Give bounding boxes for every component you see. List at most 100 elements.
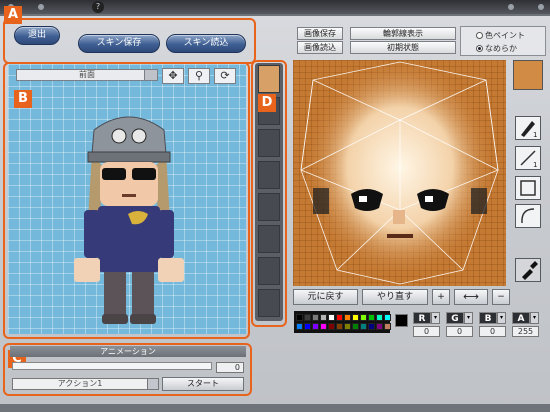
color-swatch[interactable]: [296, 323, 303, 330]
green-dropdown-icon[interactable]: ▾: [464, 312, 473, 324]
color-swatch[interactable]: [328, 314, 335, 321]
color-swatch[interactable]: [320, 323, 327, 330]
color-swatch[interactable]: [312, 314, 319, 321]
radio-paint-icon: [476, 32, 483, 39]
color-swatch[interactable]: [368, 314, 375, 321]
undo-button[interactable]: 元に戻す: [293, 289, 358, 305]
color-swatch[interactable]: [296, 314, 303, 321]
paint-mode-label: 色ペイント: [485, 31, 525, 40]
alpha-dropdown-icon[interactable]: ▾: [530, 312, 539, 324]
magnifier-icon[interactable]: ⚲: [188, 68, 210, 84]
color-swatch[interactable]: [360, 314, 367, 321]
cap: [91, 116, 167, 155]
cap-brim: [87, 151, 171, 163]
color-swatch[interactable]: [336, 323, 343, 330]
view-dropdown-icon[interactable]: [144, 69, 158, 81]
paint-mode-radio[interactable]: 色ペイント: [476, 30, 525, 41]
color-swatch[interactable]: [304, 323, 311, 330]
svg-text:1: 1: [533, 161, 537, 169]
animation-timeline-slider[interactable]: [12, 362, 212, 370]
start-button[interactable]: スタート: [162, 377, 244, 391]
character-model: [74, 116, 184, 324]
top-divider: [0, 14, 550, 16]
color-swatch[interactable]: [344, 323, 351, 330]
redo-button[interactable]: やり直す: [362, 289, 428, 305]
title-bar: ?: [0, 0, 550, 14]
right-leg: [132, 272, 154, 318]
color-swatch[interactable]: [328, 323, 335, 330]
remove-button[interactable]: −: [492, 289, 510, 305]
color-swatch[interactable]: [376, 323, 383, 330]
view-select[interactable]: 前面: [16, 69, 158, 81]
eyedropper-icon[interactable]: [515, 258, 541, 282]
color-swatch[interactable]: [384, 314, 391, 321]
pan-arrows-icon[interactable]: ⟷: [454, 289, 488, 305]
color-palette[interactable]: [294, 311, 391, 333]
texture-canvas[interactable]: [293, 60, 506, 286]
curve-icon[interactable]: [515, 204, 541, 228]
red-channel-label: R: [413, 312, 431, 324]
red-value[interactable]: 0: [413, 326, 440, 337]
action-dropdown-icon[interactable]: [147, 378, 159, 390]
alpha-value[interactable]: 255: [512, 326, 539, 337]
cap-logo-left: [111, 128, 127, 144]
save-image-button[interactable]: 画像保存: [297, 27, 343, 40]
animation-title: アニメーション: [10, 346, 246, 357]
blue-value[interactable]: 0: [479, 326, 506, 337]
sunglass-left: [102, 168, 126, 180]
color-swatch[interactable]: [352, 314, 359, 321]
color-swatch[interactable]: [312, 323, 319, 330]
character-face-icon[interactable]: [513, 60, 543, 90]
outline-toggle-button[interactable]: 輪郭線表示: [350, 27, 456, 40]
save-skin-button[interactable]: スキン保存: [78, 34, 160, 53]
color-swatch[interactable]: [352, 323, 359, 330]
rectangle-icon[interactable]: [515, 176, 541, 200]
alpha-channel-label: A: [512, 312, 530, 324]
line-icon[interactable]: 1: [515, 146, 541, 170]
load-skin-button[interactable]: スキン読込: [166, 34, 246, 53]
marker-d: D: [258, 94, 276, 112]
cap-logo-right: [131, 128, 147, 144]
face-texture: [300, 61, 499, 285]
rotate-icon[interactable]: ⟳: [214, 68, 236, 84]
red-dropdown-icon[interactable]: ▾: [431, 312, 440, 324]
window-dot-icon: [538, 4, 544, 10]
help-icon[interactable]: ?: [92, 1, 104, 13]
right-arm: [158, 210, 174, 258]
current-color-swatch[interactable]: [395, 314, 408, 327]
color-swatch[interactable]: [360, 323, 367, 330]
pen-icon[interactable]: 1: [515, 116, 541, 140]
move-arrows-icon[interactable]: ✥: [162, 68, 184, 84]
color-swatch[interactable]: [384, 323, 391, 330]
color-swatch[interactable]: [368, 323, 375, 330]
load-image-button[interactable]: 画像読込: [297, 41, 343, 54]
right-shoe: [130, 314, 156, 324]
animation-frame-field[interactable]: 0: [216, 362, 244, 373]
svg-text:1: 1: [533, 131, 537, 139]
color-swatch[interactable]: [376, 314, 383, 321]
character-preview[interactable]: 前面 ✥ ⚲ ⟳: [8, 64, 246, 334]
left-shoe: [102, 314, 128, 324]
blue-channel-label: B: [479, 312, 497, 324]
green-channel-label: G: [446, 312, 464, 324]
sunglass-right: [132, 168, 156, 180]
left-hand: [74, 258, 100, 282]
marker-b: B: [14, 90, 32, 108]
radio-smooth-icon: [476, 45, 483, 52]
smooth-mode-label: なめらか: [485, 44, 517, 53]
add-button[interactable]: +: [432, 289, 450, 305]
right-hand: [158, 258, 184, 282]
window-dot-icon: [508, 4, 514, 10]
mouth: [122, 194, 136, 197]
color-swatch[interactable]: [304, 314, 311, 321]
left-arm: [84, 210, 100, 258]
color-swatch[interactable]: [320, 314, 327, 321]
smooth-mode-radio[interactable]: なめらか: [476, 43, 517, 54]
green-value[interactable]: 0: [446, 326, 473, 337]
reset-button[interactable]: 初期状態: [350, 41, 456, 54]
action-select[interactable]: アクション1: [12, 378, 148, 390]
blue-dropdown-icon[interactable]: ▾: [497, 312, 506, 324]
exit-button[interactable]: 退出: [14, 26, 60, 45]
color-swatch[interactable]: [344, 314, 351, 321]
color-swatch[interactable]: [336, 314, 343, 321]
